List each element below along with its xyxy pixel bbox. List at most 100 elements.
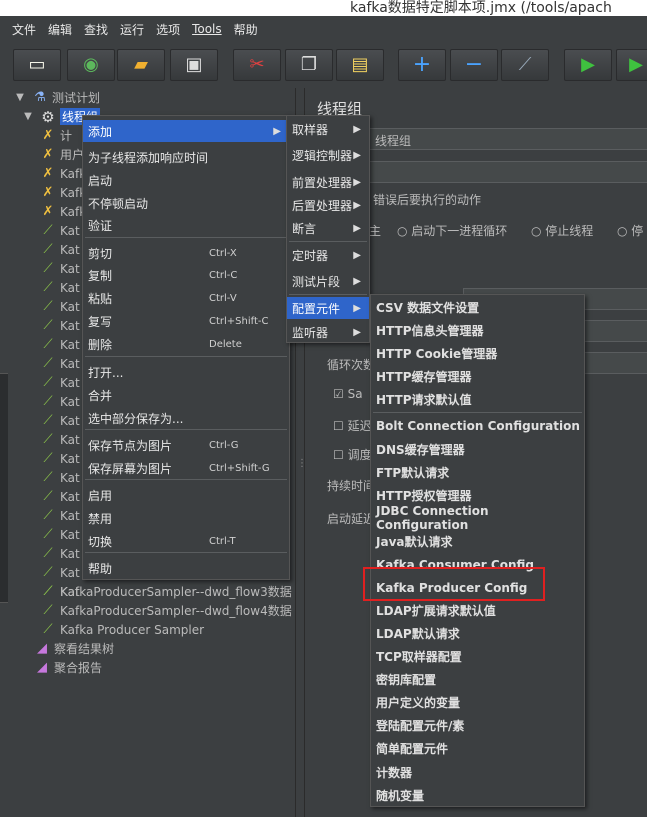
tree-node-child[interactable]: ✗ Kafk bbox=[40, 183, 87, 202]
menu-tools[interactable]: Tools bbox=[192, 22, 222, 36]
menu-edit[interactable]: 编辑 bbox=[48, 21, 72, 38]
add-submenu-item[interactable]: 断言 ▶ bbox=[287, 217, 369, 239]
tree-node-child[interactable]: ⟋ Kat bbox=[40, 373, 79, 392]
collapse-button[interactable]: − bbox=[450, 49, 498, 81]
tree-node-child[interactable]: ⟋ Kat bbox=[40, 506, 79, 525]
scheduler-checkbox[interactable]: ☐ 调度 bbox=[333, 446, 372, 463]
context-menu-item[interactable]: 为子线程添加响应时间 bbox=[83, 146, 289, 168]
config-element-item[interactable]: DNS缓存管理器 bbox=[371, 438, 584, 460]
context-menu-item[interactable]: 切换 Ctrl-T bbox=[83, 530, 289, 552]
config-element-item[interactable]: JDBC Connection Configuration bbox=[371, 504, 584, 532]
config-element-item[interactable]: 简单配置元件 bbox=[371, 738, 584, 760]
config-element-item[interactable]: Java默认请求 bbox=[371, 531, 584, 553]
paste-button[interactable]: ▤ bbox=[336, 49, 384, 81]
templates-button[interactable]: ◉ bbox=[67, 49, 115, 81]
menu-run[interactable]: 运行 bbox=[120, 21, 144, 38]
save-button[interactable]: ▣ bbox=[170, 49, 218, 81]
config-element-item[interactable]: CSV 数据文件设置 bbox=[371, 296, 584, 318]
start-no-pause-button[interactable]: ▶ bbox=[616, 49, 647, 81]
add-submenu-item[interactable]: 配置元件 ▶ bbox=[287, 297, 369, 319]
tree-node-child[interactable]: ⟋ Kat bbox=[40, 468, 79, 487]
tree-node-sampler[interactable]: ⟋ Kafka Producer Sampler bbox=[40, 620, 204, 639]
start-button[interactable]: ▶ bbox=[564, 49, 612, 81]
tree-node-child[interactable]: ⟋ Kat bbox=[40, 544, 79, 563]
config-element-item[interactable]: 随机变量 bbox=[371, 784, 584, 806]
config-element-item[interactable]: 密钥库配置 bbox=[371, 669, 584, 691]
config-element-item[interactable]: HTTP缓存管理器 bbox=[371, 365, 584, 387]
config-element-item[interactable]: HTTP授权管理器 bbox=[371, 484, 584, 506]
config-element-item[interactable]: FTP默认请求 bbox=[371, 461, 584, 483]
radio-stop-test[interactable]: ○ 停 bbox=[617, 222, 643, 239]
open-button[interactable]: ▰ bbox=[117, 49, 165, 81]
context-menu-item[interactable]: 合并 bbox=[83, 384, 289, 406]
menu-options[interactable]: 选项 bbox=[156, 21, 180, 38]
same-user-checkbox[interactable]: ☑ Sa bbox=[333, 387, 363, 401]
config-element-item[interactable]: Bolt Connection Configuration bbox=[371, 415, 584, 437]
config-element-item[interactable]: 用户定义的变量 bbox=[371, 692, 584, 714]
tree-node-child[interactable]: ✗ Kafk bbox=[40, 202, 87, 221]
context-menu-item[interactable]: 不停顿启动 bbox=[83, 192, 289, 214]
config-element-item[interactable]: HTTP信息头管理器 bbox=[371, 319, 584, 341]
tree-node-child[interactable]: ✗ 计 bbox=[40, 126, 72, 145]
menu-search[interactable]: 查找 bbox=[84, 21, 108, 38]
add-submenu-item[interactable]: 逻辑控制器 ▶ bbox=[287, 144, 369, 166]
context-menu-item[interactable]: 复写 Ctrl+Shift-C bbox=[83, 310, 289, 332]
tree-node-sampler[interactable]: ⟋ KafkaProducerSampler--dwd_flow4数据 bbox=[40, 601, 291, 620]
context-menu-item[interactable]: 保存屏幕为图片 Ctrl+Shift-G bbox=[83, 457, 289, 479]
add-submenu-item[interactable]: 定时器 ▶ bbox=[287, 244, 369, 266]
tree-node-child[interactable]: ✗ 用户 bbox=[40, 145, 84, 164]
add-submenu-item[interactable]: 取样器 ▶ bbox=[287, 118, 369, 140]
add-submenu-item[interactable]: 测试片段 ▶ bbox=[287, 270, 369, 292]
tree-node-test-plan[interactable]: ▼ ⚗ 测试计划 bbox=[12, 88, 100, 107]
context-menu-item[interactable]: 验证 bbox=[83, 214, 289, 236]
copy-button[interactable]: ❐ bbox=[285, 49, 333, 81]
context-menu-item[interactable]: 启动 bbox=[83, 169, 289, 191]
tree-node-child[interactable]: ⟋ Kat bbox=[40, 449, 79, 468]
tree-node-child[interactable]: ⟋ Kat bbox=[40, 354, 79, 373]
menu-file[interactable]: 文件 bbox=[12, 21, 36, 38]
tree-node-child[interactable]: ⟋ Kat bbox=[40, 430, 79, 449]
add-submenu-item[interactable]: 监听器 ▶ bbox=[287, 321, 369, 343]
menu-help[interactable]: 帮助 bbox=[234, 21, 258, 38]
tree-node-child[interactable]: ⟋ Kat bbox=[40, 316, 79, 335]
tree-node-listener[interactable]: ◢ 察看结果树 bbox=[34, 639, 114, 658]
cut-button[interactable]: ✂ bbox=[233, 49, 281, 81]
tree-node-child[interactable]: ⟋ Kat bbox=[40, 525, 79, 544]
tree-node-child[interactable]: ⟋ Kat bbox=[40, 297, 79, 316]
expand-button[interactable]: + bbox=[398, 49, 446, 81]
context-menu-item[interactable]: 打开... bbox=[83, 361, 289, 383]
tree-node-child[interactable]: ⟋ Kat bbox=[40, 411, 79, 430]
config-element-item[interactable]: 登陆配置元件/素 bbox=[371, 715, 584, 737]
config-element-item[interactable]: LDAP扩展请求默认值 bbox=[371, 600, 584, 622]
add-submenu-item[interactable]: 前置处理器 ▶ bbox=[287, 171, 369, 193]
new-button[interactable]: ▭ bbox=[13, 49, 61, 81]
tree-node-child[interactable]: ✗ Kafk bbox=[40, 164, 87, 183]
context-menu-item[interactable]: 复制 Ctrl-C bbox=[83, 264, 289, 286]
tree-node-child[interactable]: ⟋ Kat bbox=[40, 392, 79, 411]
radio-next-loop[interactable]: ○ 启动下一进程循环 bbox=[397, 222, 507, 239]
tree-node-child[interactable]: ⟋ Kat bbox=[40, 563, 79, 582]
config-element-item[interactable]: TCP取样器配置 bbox=[371, 646, 584, 668]
tree-node-child[interactable]: ⟋ Kat bbox=[40, 221, 79, 240]
context-menu-item[interactable]: 帮助 bbox=[83, 557, 289, 579]
context-menu-item[interactable]: 选中部分保存为... bbox=[83, 407, 289, 429]
tree-node-child[interactable]: ⟋ Kat bbox=[40, 487, 79, 506]
tree-node-child[interactable]: ⟋ Kat bbox=[40, 278, 79, 297]
config-element-item[interactable]: HTTP Cookie管理器 bbox=[371, 342, 584, 364]
tree-node-child[interactable]: ⟋ Kat bbox=[40, 240, 79, 259]
config-element-item[interactable]: HTTP请求默认值 bbox=[371, 388, 584, 410]
tree-node-sampler[interactable]: ⟋ KafkaProducerSampler--dwd_flow3数据 bbox=[40, 582, 291, 601]
context-menu-item[interactable]: 粘贴 Ctrl-V bbox=[83, 287, 289, 309]
context-menu-item[interactable]: 删除 Delete bbox=[83, 333, 289, 355]
toggle-button[interactable]: ⟋ bbox=[501, 49, 549, 81]
context-menu-item[interactable]: 添加 ▶ bbox=[83, 120, 289, 142]
tree-node-child[interactable]: ⟋ Kat bbox=[40, 259, 79, 278]
config-element-item[interactable]: 计数器 bbox=[371, 761, 584, 783]
context-menu-item[interactable]: 禁用 bbox=[83, 507, 289, 529]
context-menu-item[interactable]: 保存节点为图片 Ctrl-G bbox=[83, 434, 289, 456]
radio-stop-thread[interactable]: ○ 停止线程 bbox=[531, 222, 593, 239]
tree-node-child[interactable]: ⟋ Kat bbox=[40, 335, 79, 354]
comment-field[interactable] bbox=[365, 161, 647, 183]
delay-checkbox[interactable]: ☐ 延迟 bbox=[333, 417, 372, 434]
tree-node-listener[interactable]: ◢ 聚合报告 bbox=[34, 658, 102, 677]
